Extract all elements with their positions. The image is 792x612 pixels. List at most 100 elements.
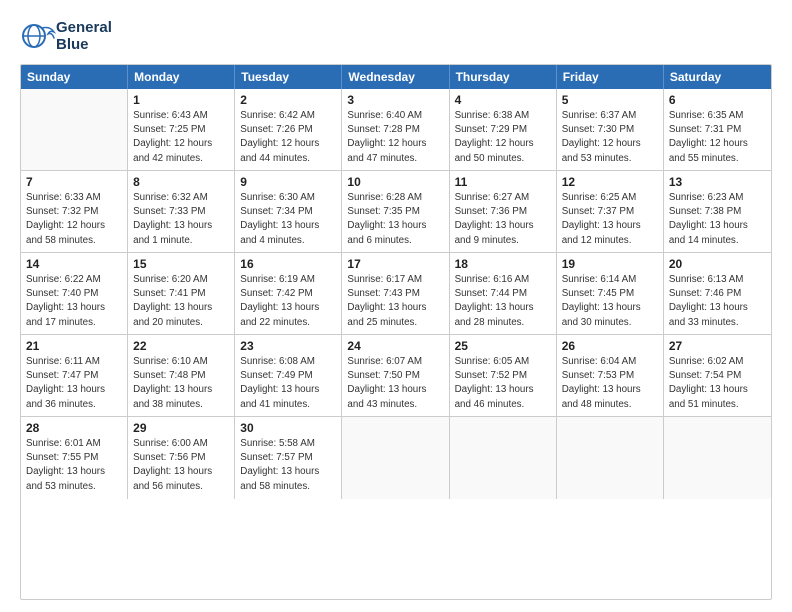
day-info: Sunrise: 6:28 AM Sunset: 7:35 PM Dayligh… [347, 191, 443, 248]
calendar-row: 14 Sunrise: 6:22 AM Sunset: 7:40 PM Dayli… [21, 253, 771, 335]
calendar-cell: 13 Sunrise: 6:23 AM Sunset: 7:38 PM Dayli… [664, 171, 771, 252]
calendar-cell: 30Sunrise: 5:58 AM Sunset: 7:57 PM Dayli… [235, 417, 342, 499]
day-number: 28 [26, 421, 122, 435]
day-info: Sunrise: 6:02 AM Sunset: 7:54 PM Dayligh… [669, 355, 766, 412]
calendar-body: 1 Sunrise: 6:43 AM Sunset: 7:25 PM Daylig… [21, 89, 771, 499]
calendar-cell: 15Sunrise: 6:20 AM Sunset: 7:41 PM Dayli… [128, 253, 235, 334]
calendar-cell [21, 89, 128, 170]
day-number: 20 [669, 257, 766, 271]
calendar-cell: 1 Sunrise: 6:43 AM Sunset: 7:25 PM Daylig… [128, 89, 235, 170]
day-number: 27 [669, 339, 766, 353]
calendar-cell: 29 Sunrise: 6:00 AM Sunset: 7:56 PM Dayli… [128, 417, 235, 499]
calendar-cell: 11Sunrise: 6:27 AM Sunset: 7:36 PM Dayli… [450, 171, 557, 252]
day-number: 3 [347, 93, 443, 107]
weekday-header: Monday [128, 65, 235, 89]
logo: General Blue [20, 18, 112, 54]
day-number: 6 [669, 93, 766, 107]
logo-icon [20, 18, 56, 54]
day-info: Sunrise: 6:25 AM Sunset: 7:37 PM Dayligh… [562, 191, 658, 248]
day-number: 26 [562, 339, 658, 353]
calendar-cell: 3 Sunrise: 6:40 AM Sunset: 7:28 PM Daylig… [342, 89, 449, 170]
calendar-cell: 18Sunrise: 6:16 AM Sunset: 7:44 PM Dayli… [450, 253, 557, 334]
calendar-cell: 20 Sunrise: 6:13 AM Sunset: 7:46 PM Dayli… [664, 253, 771, 334]
calendar-header: SundayMondayTuesdayWednesdayThursdayFrid… [21, 65, 771, 89]
calendar-cell: 16Sunrise: 6:19 AM Sunset: 7:42 PM Dayli… [235, 253, 342, 334]
day-number: 10 [347, 175, 443, 189]
calendar-row: 21 Sunrise: 6:11 AM Sunset: 7:47 PM Dayli… [21, 335, 771, 417]
logo-line2: Blue [56, 36, 112, 53]
day-info: Sunrise: 6:17 AM Sunset: 7:43 PM Dayligh… [347, 273, 443, 330]
day-number: 14 [26, 257, 122, 271]
day-number: 2 [240, 93, 336, 107]
calendar-cell: 9Sunrise: 6:30 AM Sunset: 7:34 PM Daylig… [235, 171, 342, 252]
calendar-cell: 7Sunrise: 6:33 AM Sunset: 7:32 PM Daylig… [21, 171, 128, 252]
day-info: Sunrise: 6:13 AM Sunset: 7:46 PM Dayligh… [669, 273, 766, 330]
day-info: Sunrise: 5:58 AM Sunset: 7:57 PM Dayligh… [240, 437, 336, 494]
calendar-cell: 10 Sunrise: 6:28 AM Sunset: 7:35 PM Dayli… [342, 171, 449, 252]
calendar-cell: 2Sunrise: 6:42 AM Sunset: 7:26 PM Daylig… [235, 89, 342, 170]
day-info: Sunrise: 6:00 AM Sunset: 7:56 PM Dayligh… [133, 437, 229, 494]
day-number: 4 [455, 93, 551, 107]
calendar-cell: 19 Sunrise: 6:14 AM Sunset: 7:45 PM Dayli… [557, 253, 664, 334]
day-number: 23 [240, 339, 336, 353]
calendar-cell: 28 Sunrise: 6:01 AM Sunset: 7:55 PM Dayli… [21, 417, 128, 499]
day-info: Sunrise: 6:22 AM Sunset: 7:40 PM Dayligh… [26, 273, 122, 330]
calendar-cell: 17 Sunrise: 6:17 AM Sunset: 7:43 PM Dayli… [342, 253, 449, 334]
day-number: 13 [669, 175, 766, 189]
calendar-cell [450, 417, 557, 499]
weekday-header: Saturday [664, 65, 771, 89]
calendar-cell: 6 Sunrise: 6:35 AM Sunset: 7:31 PM Daylig… [664, 89, 771, 170]
day-info: Sunrise: 6:32 AM Sunset: 7:33 PM Dayligh… [133, 191, 229, 248]
weekday-header: Friday [557, 65, 664, 89]
day-number: 16 [240, 257, 336, 271]
day-info: Sunrise: 6:11 AM Sunset: 7:47 PM Dayligh… [26, 355, 122, 412]
day-number: 5 [562, 93, 658, 107]
day-info: Sunrise: 6:33 AM Sunset: 7:32 PM Dayligh… [26, 191, 122, 248]
calendar-row: 28 Sunrise: 6:01 AM Sunset: 7:55 PM Dayli… [21, 417, 771, 499]
logo-line1: General [56, 19, 112, 36]
calendar-cell: 14 Sunrise: 6:22 AM Sunset: 7:40 PM Dayli… [21, 253, 128, 334]
calendar-cell: 24 Sunrise: 6:07 AM Sunset: 7:50 PM Dayli… [342, 335, 449, 416]
calendar-row: 1 Sunrise: 6:43 AM Sunset: 7:25 PM Daylig… [21, 89, 771, 171]
calendar-cell: 5 Sunrise: 6:37 AM Sunset: 7:30 PM Daylig… [557, 89, 664, 170]
day-number: 25 [455, 339, 551, 353]
day-number: 29 [133, 421, 229, 435]
day-info: Sunrise: 6:01 AM Sunset: 7:55 PM Dayligh… [26, 437, 122, 494]
day-number: 21 [26, 339, 122, 353]
page-header: General Blue [20, 18, 772, 54]
day-number: 9 [240, 175, 336, 189]
weekday-header: Wednesday [342, 65, 449, 89]
day-number: 8 [133, 175, 229, 189]
day-number: 19 [562, 257, 658, 271]
day-info: Sunrise: 6:37 AM Sunset: 7:30 PM Dayligh… [562, 109, 658, 166]
calendar-cell: 27 Sunrise: 6:02 AM Sunset: 7:54 PM Dayli… [664, 335, 771, 416]
day-number: 22 [133, 339, 229, 353]
day-info: Sunrise: 6:04 AM Sunset: 7:53 PM Dayligh… [562, 355, 658, 412]
day-number: 24 [347, 339, 443, 353]
calendar-cell: 4 Sunrise: 6:38 AM Sunset: 7:29 PM Daylig… [450, 89, 557, 170]
weekday-header: Tuesday [235, 65, 342, 89]
weekday-header: Thursday [450, 65, 557, 89]
day-info: Sunrise: 6:20 AM Sunset: 7:41 PM Dayligh… [133, 273, 229, 330]
calendar-cell [342, 417, 449, 499]
calendar-cell: 21 Sunrise: 6:11 AM Sunset: 7:47 PM Dayli… [21, 335, 128, 416]
day-info: Sunrise: 6:43 AM Sunset: 7:25 PM Dayligh… [133, 109, 229, 166]
calendar-cell: 25Sunrise: 6:05 AM Sunset: 7:52 PM Dayli… [450, 335, 557, 416]
day-number: 17 [347, 257, 443, 271]
day-info: Sunrise: 6:14 AM Sunset: 7:45 PM Dayligh… [562, 273, 658, 330]
day-number: 1 [133, 93, 229, 107]
day-number: 12 [562, 175, 658, 189]
logo-text: General Blue [56, 19, 112, 54]
day-info: Sunrise: 6:07 AM Sunset: 7:50 PM Dayligh… [347, 355, 443, 412]
day-info: Sunrise: 6:35 AM Sunset: 7:31 PM Dayligh… [669, 109, 766, 166]
day-info: Sunrise: 6:08 AM Sunset: 7:49 PM Dayligh… [240, 355, 336, 412]
day-info: Sunrise: 6:10 AM Sunset: 7:48 PM Dayligh… [133, 355, 229, 412]
calendar-cell: 26 Sunrise: 6:04 AM Sunset: 7:53 PM Dayli… [557, 335, 664, 416]
calendar-cell [557, 417, 664, 499]
calendar-cell [664, 417, 771, 499]
calendar-cell: 22 Sunrise: 6:10 AM Sunset: 7:48 PM Dayli… [128, 335, 235, 416]
day-info: Sunrise: 6:40 AM Sunset: 7:28 PM Dayligh… [347, 109, 443, 166]
day-info: Sunrise: 6:23 AM Sunset: 7:38 PM Dayligh… [669, 191, 766, 248]
calendar-cell: 12 Sunrise: 6:25 AM Sunset: 7:37 PM Dayli… [557, 171, 664, 252]
day-info: Sunrise: 6:38 AM Sunset: 7:29 PM Dayligh… [455, 109, 551, 166]
